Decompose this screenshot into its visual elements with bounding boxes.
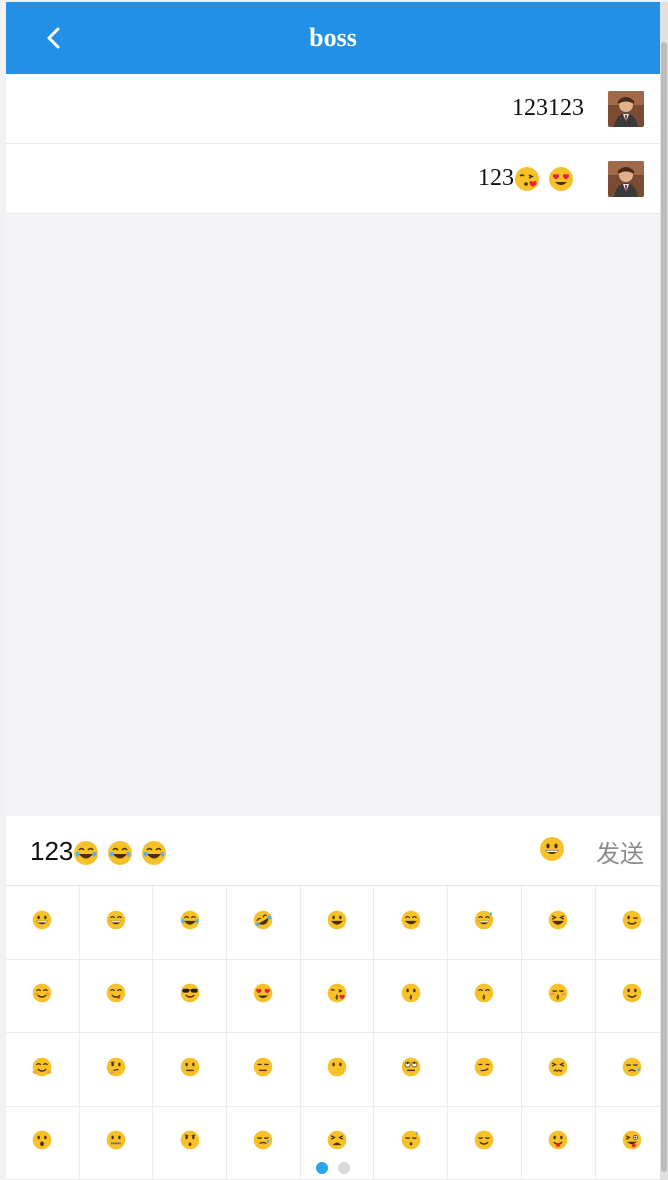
emoji-cell[interactable] xyxy=(227,1033,301,1107)
emoji-cell[interactable] xyxy=(521,886,596,960)
disappointed-relieved-emoji-icon xyxy=(621,1056,643,1083)
no-mouth-emoji-icon xyxy=(326,1056,348,1083)
emoji-cell[interactable] xyxy=(521,1033,596,1107)
zipper-mouth-emoji-icon xyxy=(105,1129,127,1156)
emoji-cell[interactable] xyxy=(227,959,301,1033)
emoji-cell[interactable] xyxy=(300,886,375,960)
slightly-smiling-emoji-icon xyxy=(621,982,643,1009)
thinking-emoji-icon xyxy=(105,1056,127,1083)
tired-emoji-icon xyxy=(326,1129,348,1156)
hushed-emoji-icon xyxy=(179,1129,201,1156)
emoji-cell[interactable] xyxy=(227,886,301,960)
sleeping-emoji-icon: z xyxy=(400,1129,422,1156)
emoji-cell[interactable] xyxy=(448,886,522,960)
open-mouth-emoji-icon xyxy=(31,1129,53,1156)
emoji-cell[interactable] xyxy=(374,1033,449,1107)
message-input-value: 123 xyxy=(30,836,74,866)
emoji-cell[interactable] xyxy=(374,959,449,1033)
relieved-emoji-icon xyxy=(473,1129,495,1156)
back-button[interactable] xyxy=(36,20,72,56)
message-text-value: 123123 xyxy=(512,95,584,121)
kissing-closed-eyes-emoji-icon xyxy=(547,982,569,1009)
smiley-emoji-icon xyxy=(326,909,348,936)
kissing-smiling-eyes-emoji-icon xyxy=(473,982,495,1009)
page-dot[interactable] xyxy=(338,1162,350,1174)
send-button[interactable]: 发送 xyxy=(596,834,644,869)
emoji-cell[interactable] xyxy=(595,886,660,960)
kissing-heart-emoji-icon xyxy=(326,982,348,1009)
smirk-emoji-icon xyxy=(473,1056,495,1083)
emoji-cell[interactable] xyxy=(6,1033,80,1107)
emoji-cell[interactable] xyxy=(595,960,660,1033)
emoji-cell[interactable] xyxy=(6,959,80,1033)
heart-eyes-emoji-icon xyxy=(252,982,274,1009)
grin-emoji-icon xyxy=(105,909,127,936)
emoji-button[interactable] xyxy=(539,836,567,864)
message-text: 123 xyxy=(478,165,574,192)
page-indicator xyxy=(6,1162,660,1174)
kissing-emoji-icon xyxy=(400,982,422,1009)
rofl-emoji-icon xyxy=(252,909,274,936)
heart-eyes-emoji xyxy=(549,167,573,192)
joy-emoji xyxy=(142,841,167,866)
message-row: 123 xyxy=(6,144,660,214)
yum-emoji-icon xyxy=(105,982,127,1009)
message-text: 123123 xyxy=(512,95,584,122)
emoji-cell[interactable] xyxy=(448,959,522,1033)
scrollbar-thumb[interactable] xyxy=(661,42,667,1172)
emoji-cell[interactable] xyxy=(153,1033,228,1107)
emoji-cell[interactable] xyxy=(300,1033,375,1107)
page-dot-active[interactable] xyxy=(316,1162,328,1174)
wink-emoji-icon xyxy=(621,909,643,936)
message-input-bar: 123 发送 xyxy=(6,816,660,886)
tongue-emoji-icon xyxy=(547,1129,569,1156)
emoji-cell[interactable] xyxy=(300,959,375,1033)
sunglasses-emoji-icon xyxy=(179,982,201,1009)
emoji-cell[interactable] xyxy=(79,886,154,960)
rolling-eyes-emoji-icon xyxy=(400,1056,422,1083)
emoji-grid: z xyxy=(6,886,660,1180)
message-input[interactable]: 123 xyxy=(30,836,167,867)
scrollbar[interactable] xyxy=(660,2,668,1180)
stuck-out-tongue-winking-emoji-icon xyxy=(621,1129,643,1156)
hugging-emoji-icon xyxy=(31,1056,53,1083)
grinning-emoji-icon xyxy=(31,909,53,936)
avatar[interactable] xyxy=(608,90,644,127)
neutral-emoji-icon xyxy=(179,1056,201,1083)
persevere-emoji-icon xyxy=(547,1056,569,1083)
emoji-cell[interactable] xyxy=(153,886,228,960)
joy-emoji-icon xyxy=(179,909,201,936)
emoji-cell[interactable] xyxy=(448,1033,522,1107)
emoji-cell[interactable] xyxy=(153,959,228,1033)
grinning-emoji-icon xyxy=(540,837,564,861)
emoji-cell[interactable] xyxy=(374,886,449,960)
svg-text:z: z xyxy=(415,1131,418,1137)
emoji-panel: z xyxy=(6,886,660,1180)
message-text-value: 123 xyxy=(478,164,514,191)
emoji-cell[interactable] xyxy=(521,959,596,1033)
kissing-heart-emoji xyxy=(515,167,539,192)
expressionless-emoji-icon xyxy=(252,1056,274,1083)
joy-emoji xyxy=(74,841,99,866)
smile-emoji-icon xyxy=(400,909,422,936)
emoji-cell[interactable] xyxy=(595,1033,660,1107)
blush-emoji-icon xyxy=(31,982,53,1009)
emoji-cell[interactable] xyxy=(79,1033,154,1107)
sweat-smile-emoji-icon xyxy=(473,909,495,936)
message-row: 123123 xyxy=(6,74,660,144)
emoji-cell[interactable] xyxy=(6,886,80,960)
laughing-emoji-icon xyxy=(547,909,569,936)
emoji-cell[interactable] xyxy=(79,959,154,1033)
avatar[interactable] xyxy=(608,160,644,197)
page-title: boss xyxy=(309,23,357,52)
chat-screen: boss 123123 123 123 发送 z xyxy=(6,2,660,1180)
chevron-left-icon xyxy=(47,27,60,49)
sleepy-emoji-icon xyxy=(252,1129,274,1156)
joy-emoji xyxy=(108,841,133,866)
header-bar: boss xyxy=(6,2,660,74)
